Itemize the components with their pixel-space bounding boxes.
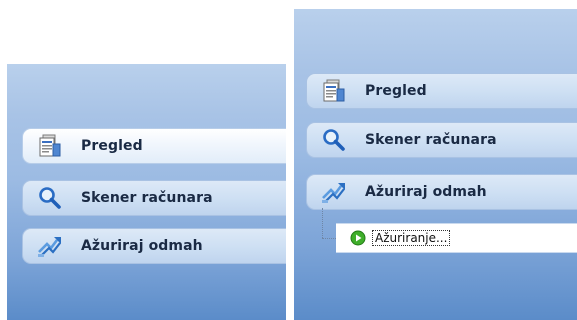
magnifier-icon [37, 185, 63, 211]
nav-item-label: Ažuriraj odmah [81, 238, 203, 254]
play-icon [350, 230, 366, 246]
nav-item-label: Skener računara [365, 132, 497, 148]
left-nav-item-azuriraj[interactable]: Ažuriraj odmah [22, 228, 286, 264]
update-arrow-icon [37, 233, 63, 259]
subitem-azuriranje[interactable]: Ažuriranje... [336, 223, 577, 253]
update-arrow-icon [321, 179, 347, 205]
left-nav-item-pregled[interactable]: Pregled [22, 128, 286, 164]
nav-item-label: Pregled [365, 83, 427, 99]
right-nav-item-skener[interactable]: Skener računara [306, 122, 577, 158]
document-icon [37, 133, 63, 159]
right-nav-item-pregled[interactable]: Pregled [306, 73, 577, 109]
right-sidebar-panel [294, 9, 577, 320]
tree-connector-vertical [322, 208, 323, 238]
nav-item-label: Pregled [81, 138, 143, 154]
left-nav-item-skener[interactable]: Skener računara [22, 180, 286, 216]
nav-item-label: Skener računara [81, 190, 213, 206]
screenshot-stage: Pregled Skener računara Ažuriraj odmah P… [0, 0, 577, 320]
document-icon [321, 78, 347, 104]
right-nav-item-azuriraj[interactable]: Ažuriraj odmah [306, 174, 577, 210]
subitem-label: Ažuriranje... [372, 230, 451, 246]
magnifier-icon [321, 127, 347, 153]
nav-item-label: Ažuriraj odmah [365, 184, 487, 200]
